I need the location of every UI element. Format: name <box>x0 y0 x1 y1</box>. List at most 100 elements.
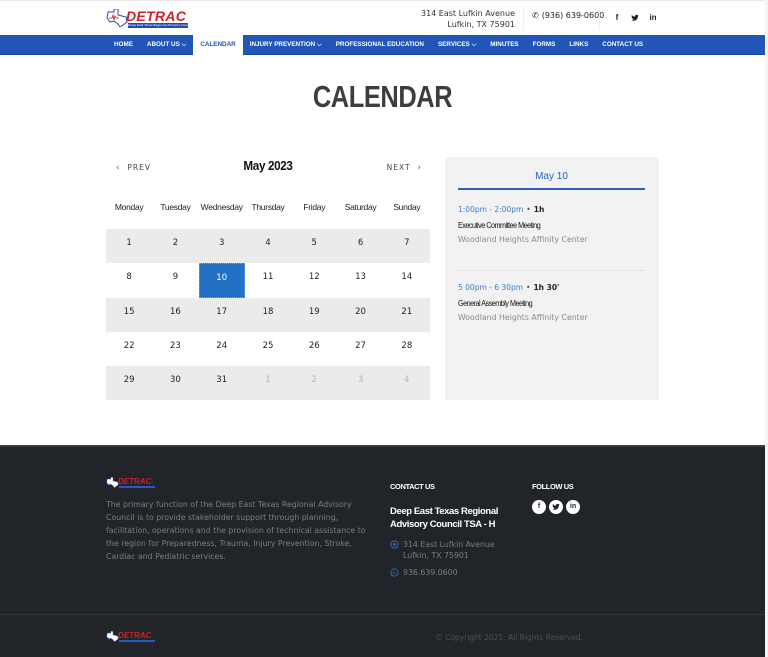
footer-about-text: The primary function of the Deep East Te… <box>106 500 366 561</box>
calendar-day[interactable]: 24 <box>199 332 245 366</box>
nav-item-forms[interactable]: FORMS <box>526 35 563 55</box>
calendar-day[interactable]: 20 <box>337 298 383 332</box>
calendar-grid: 1 2 3 4 5 6 7 8 9 10 11 12 13 14 15 16 17 18 19 20 21 22 23 24 2… <box>106 229 430 401</box>
divider <box>599 8 600 30</box>
phone-number: 936.639.0600 <box>403 568 458 577</box>
calendar-day[interactable]: 2 <box>291 366 337 400</box>
top-header: DETRAC Deep East Texas Regional Advisory… <box>0 0 765 35</box>
calendar-day[interactable]: 27 <box>337 332 383 366</box>
footer-logo[interactable]: DETRAC <box>106 477 156 489</box>
calendar-day[interactable]: 17 <box>199 298 245 332</box>
header-phone[interactable]: ✆ (936) 639-0600 <box>532 11 604 20</box>
calendar-day[interactable]: 19 <box>291 298 337 332</box>
facebook-icon[interactable]: f <box>609 11 625 25</box>
calendar-day[interactable]: 7 <box>384 229 430 263</box>
logo-strip <box>119 486 155 488</box>
calendar-day[interactable]: 11 <box>245 263 291 297</box>
weekday-header: Monday Tuesday Wednesday Thursday Friday… <box>106 202 430 212</box>
nav-item-injury-prevention[interactable]: INJURY PREVENTION ⌵ <box>243 35 329 55</box>
nav-item-links[interactable]: LINKS <box>562 35 595 55</box>
calendar-day[interactable]: 28 <box>384 332 430 366</box>
calendar-day[interactable]: 5 <box>291 229 337 263</box>
calendar-week-row: 22 23 24 25 26 27 28 <box>106 332 430 366</box>
site-logo[interactable]: DETRAC Deep East Texas Regional Advisory… <box>106 9 189 29</box>
event-time-row: 1:00pm - 2:00pm • 1h <box>458 205 645 214</box>
calendar-day[interactable]: 1 <box>245 366 291 400</box>
main-nav: HOME ABOUT US ⌵ CALENDAR INJURY PREVENTIO… <box>0 35 765 55</box>
calendar-day[interactable]: 23 <box>152 332 198 366</box>
texas-map-icon <box>106 9 128 27</box>
copyright-text: © Copyright 2021. All Rights Reserved. <box>435 633 583 642</box>
calendar-day[interactable]: 8 <box>106 263 152 297</box>
calendar-day[interactable]: 29 <box>106 366 152 400</box>
nav-item-services[interactable]: SERVICES ⌵ <box>431 35 483 55</box>
linkedin-icon[interactable]: in <box>566 500 580 514</box>
nav-label: FORMS <box>532 41 556 48</box>
calendar-day[interactable]: 1 <box>106 229 152 263</box>
next-month-button[interactable]: NEXT › <box>387 163 422 173</box>
calendar-day[interactable]: 4 <box>245 229 291 263</box>
nav-label: MINUTES <box>490 41 519 48</box>
follow-heading: FOLLOW US <box>532 482 574 491</box>
calendar-day[interactable]: 31 <box>199 366 245 400</box>
calendar-day[interactable]: 25 <box>245 332 291 366</box>
divider <box>523 8 524 30</box>
twitter-icon[interactable] <box>549 500 563 514</box>
calendar-day[interactable]: 21 <box>384 298 430 332</box>
calendar-day[interactable]: 22 <box>106 332 152 366</box>
footer-bottom-logo[interactable]: DETRAC <box>106 631 156 643</box>
calendar-day-selected[interactable]: 10 <box>198 263 245 298</box>
calendar-day[interactable]: 6 <box>337 229 383 263</box>
month-label: May 2023 <box>243 158 293 173</box>
events-panel: May 10 1:00pm - 2:00pm • 1h Executive Comm… <box>445 157 659 400</box>
chevron-down-icon: ⌵ <box>317 42 322 48</box>
event-time: 5 00pm - 6 30pm <box>458 283 524 292</box>
separator-dot: • <box>526 205 531 214</box>
calendar-day[interactable]: 30 <box>152 366 198 400</box>
calendar-day[interactable]: 13 <box>337 263 383 297</box>
logo-text: DETRAC <box>118 631 152 640</box>
calendar-day[interactable]: 15 <box>106 298 152 332</box>
contact-heading: CONTACT US <box>390 482 435 491</box>
footer-address: 314 East Lufkin Avenue Lufkin, TX 75901 <box>390 540 495 561</box>
address-line2: Lufkin, TX 75901 <box>447 20 515 29</box>
calendar-day[interactable]: 14 <box>384 263 430 297</box>
footer-phone[interactable]: 936.639.0600 <box>390 568 458 579</box>
event-duration: 1h <box>533 205 545 214</box>
nav-label: CALENDAR <box>200 41 236 48</box>
nav-item-minutes[interactable]: MINUTES <box>483 35 525 55</box>
calendar-day[interactable]: 26 <box>291 332 337 366</box>
facebook-icon[interactable]: f <box>532 500 546 514</box>
nav-item-calendar[interactable]: CALENDAR <box>193 35 243 55</box>
nav-label: INJURY PREVENTION <box>249 41 316 48</box>
event-item[interactable]: 1:00pm - 2:00pm • 1h Executive Committee M… <box>458 205 645 244</box>
calendar-day[interactable]: 2 <box>152 229 198 263</box>
calendar-day[interactable]: 3 <box>337 366 383 400</box>
next-label: NEXT <box>386 163 411 172</box>
divider <box>0 614 765 615</box>
weekday-label: Thursday <box>251 202 285 212</box>
chevron-left-icon: ‹ <box>116 163 121 173</box>
calendar-day[interactable]: 9 <box>152 263 198 297</box>
calendar-day[interactable]: 3 <box>199 229 245 263</box>
event-location: Woodland Heights Affinity Center <box>458 313 588 322</box>
nav-item-home[interactable]: HOME <box>107 35 140 55</box>
calendar-week-row: 8 9 10 11 12 13 14 <box>106 263 430 298</box>
nav-label: HOME <box>114 41 133 48</box>
footer: DETRAC The primary function of the Deep … <box>0 445 765 657</box>
calendar-day[interactable]: 16 <box>152 298 198 332</box>
calendar-day[interactable]: 12 <box>291 263 337 297</box>
logo-strip <box>119 640 155 642</box>
logo-subtext: Deep East Texas Regional Advisory Counci… <box>128 23 188 28</box>
event-time: 1:00pm - 2:00pm <box>458 205 524 214</box>
calendar-day[interactable]: 4 <box>384 366 430 400</box>
chevron-down-icon: ⌵ <box>181 42 187 48</box>
linkedin-icon[interactable]: in <box>645 11 661 25</box>
weekday-label: Sunday <box>393 202 421 212</box>
nav-item-contact-us[interactable]: CONTACT US <box>595 35 650 55</box>
calendar-day[interactable]: 18 <box>245 298 291 332</box>
nav-item-professional-education[interactable]: PROFESSIONAL EDUCATION <box>329 35 431 55</box>
nav-item-about-us[interactable]: ABOUT US ⌵ <box>140 35 193 55</box>
twitter-icon[interactable] <box>627 11 643 25</box>
event-item[interactable]: 5 00pm - 6 30pm • 1h 30' General Assembly … <box>458 283 645 322</box>
